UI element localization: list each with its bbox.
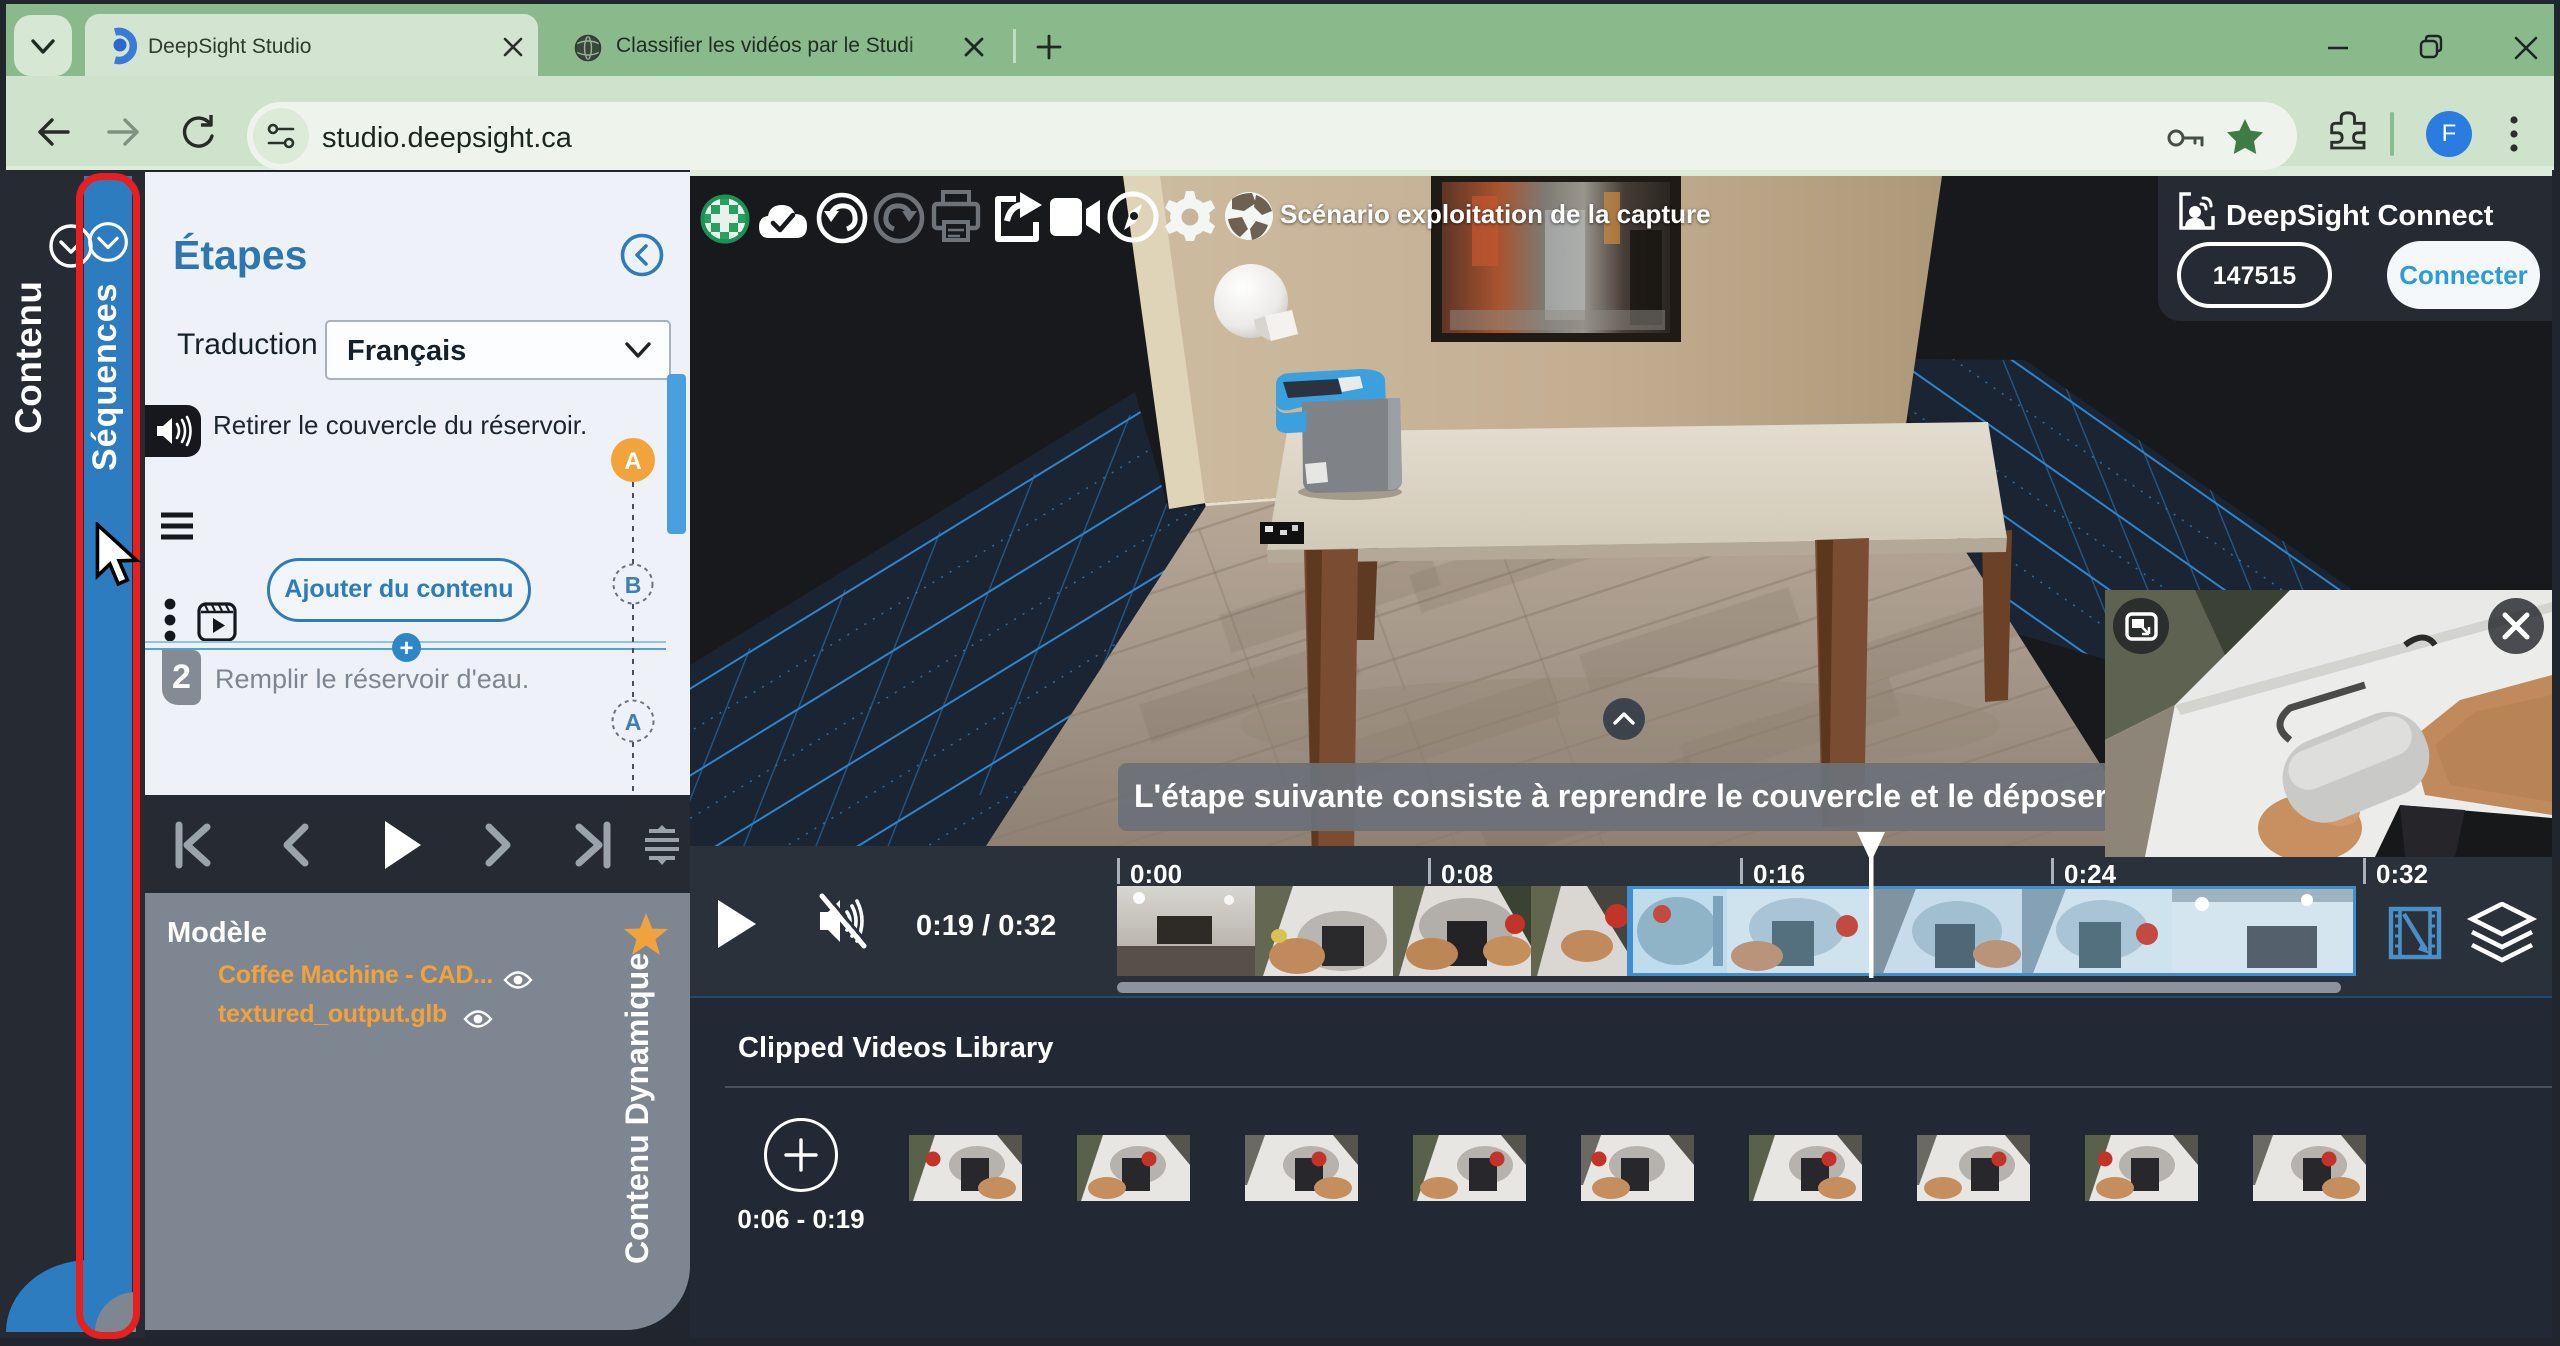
svg-text:A: A — [625, 709, 642, 735]
svg-text:B: B — [625, 572, 642, 598]
svg-text:A: A — [624, 448, 641, 475]
